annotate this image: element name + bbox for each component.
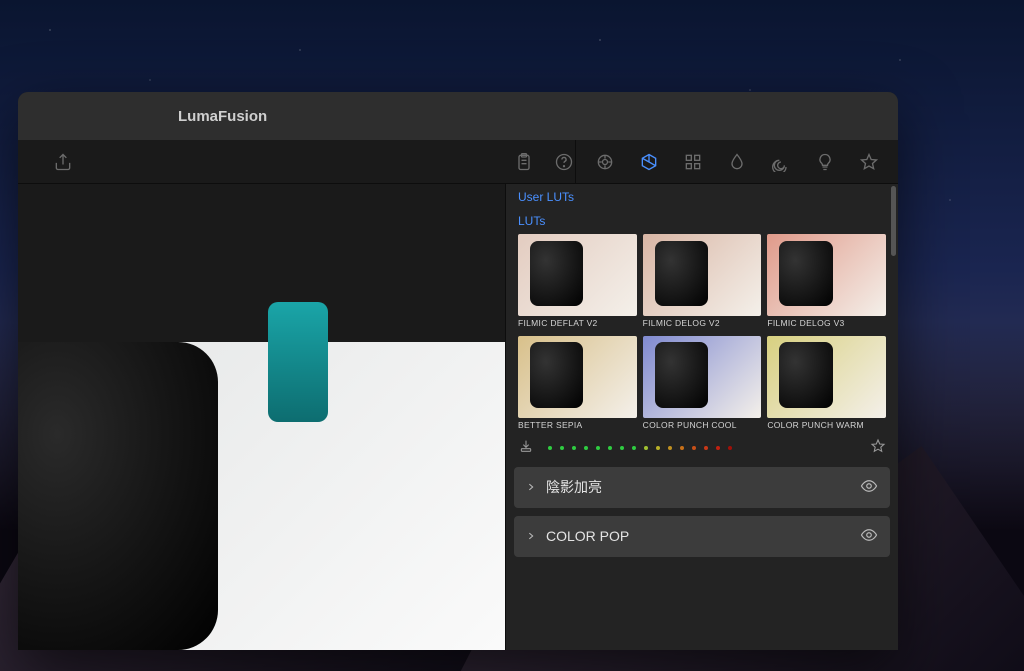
lut-thumb[interactable]: FILMIC DELOG V3 [767,234,886,328]
preview-bottle [268,302,328,422]
strength-dot[interactable] [632,446,636,450]
eye-icon[interactable] [860,526,878,547]
titlebar: LumaFusion [18,92,898,140]
strength-dot[interactable] [680,446,684,450]
strength-dot[interactable] [572,446,576,450]
strength-dot[interactable] [644,446,648,450]
color-wheel-icon[interactable] [594,151,616,173]
lut-thumb-image [518,336,637,418]
favorite-star-icon[interactable] [870,438,886,459]
toolbar [18,140,898,184]
lut-thumb-label: FILMIC DEFLAT V2 [518,318,637,328]
clipboard-icon[interactable] [513,151,535,173]
lut-thumb-image [767,336,886,418]
lut-thumb-image [518,234,637,316]
lut-thumb[interactable]: FILMIC DEFLAT V2 [518,234,637,328]
eye-icon[interactable] [860,477,878,498]
help-icon[interactable] [553,151,575,173]
toolbar-left [18,151,575,173]
cube-icon[interactable] [638,151,660,173]
preview-shaver [18,342,218,650]
strength-dot[interactable] [668,446,672,450]
lut-thumb-label: BETTER SEPIA [518,420,637,430]
strength-dot[interactable] [560,446,564,450]
preview-pane[interactable] [18,184,505,650]
strength-dots[interactable] [540,446,864,450]
drop-icon[interactable] [726,151,748,173]
effect-label: 陰影加亮 [546,477,602,497]
strength-dot[interactable] [548,446,552,450]
chevron-right-icon [526,528,536,544]
download-icon[interactable] [518,438,534,459]
effect-label: COLOR POP [546,528,629,544]
share-icon[interactable] [52,151,74,173]
category-luts[interactable]: LUTs [506,208,898,232]
star-icon[interactable] [858,151,880,173]
app-title: LumaFusion [178,108,267,125]
lut-thumb-label: COLOR PUNCH COOL [643,420,762,430]
lut-thumbs-row1: FILMIC DEFLAT V2 FILMIC DELOG V2 FILMIC DE… [506,232,898,330]
lut-thumb-label: FILMIC DELOG V3 [767,318,886,328]
lut-thumb-image [767,234,886,316]
lut-thumb-label: COLOR PUNCH WARM [767,420,886,430]
strength-bar [506,432,898,467]
effect-row[interactable]: 陰影加亮 [514,467,890,508]
effects-list: 陰影加亮 COLOR POP [506,467,898,565]
strength-dot[interactable] [728,446,732,450]
grid-icon[interactable] [682,151,704,173]
lut-thumbs-row2: BETTER SEPIA COLOR PUNCH COOL COLOR PUNCH … [506,334,898,432]
lut-thumb-label: FILMIC DELOG V2 [643,318,762,328]
lut-thumb[interactable]: COLOR PUNCH WARM [767,336,886,430]
chevron-right-icon [526,479,536,495]
bulb-icon[interactable] [814,151,836,173]
strength-dot[interactable] [692,446,696,450]
lut-thumb[interactable]: BETTER SEPIA [518,336,637,430]
side-panel: User LUTs LUTs FILMIC DEFLAT V2FILMIC DE… [505,184,898,650]
spiral-icon[interactable] [770,151,792,173]
strength-dot[interactable] [584,446,588,450]
strength-dot[interactable] [620,446,624,450]
lut-thumb-image [643,336,762,418]
lut-thumb-image [643,234,762,316]
strength-dot[interactable] [596,446,600,450]
effect-row[interactable]: COLOR POP [514,516,890,557]
strength-dot[interactable] [608,446,612,450]
category-user-luts[interactable]: User LUTs [506,184,898,208]
preview-image [18,342,505,650]
content: User LUTs LUTs FILMIC DEFLAT V2FILMIC DE… [18,184,898,650]
toolbar-right [575,140,898,183]
scrollbar[interactable] [891,186,896,256]
strength-dot[interactable] [704,446,708,450]
app-window: LumaFusion User LUTs LUTs [18,92,898,650]
strength-dot[interactable] [656,446,660,450]
lut-thumb[interactable]: COLOR PUNCH COOL [643,336,762,430]
strength-dot[interactable] [716,446,720,450]
lut-thumb[interactable]: FILMIC DELOG V2 [643,234,762,328]
